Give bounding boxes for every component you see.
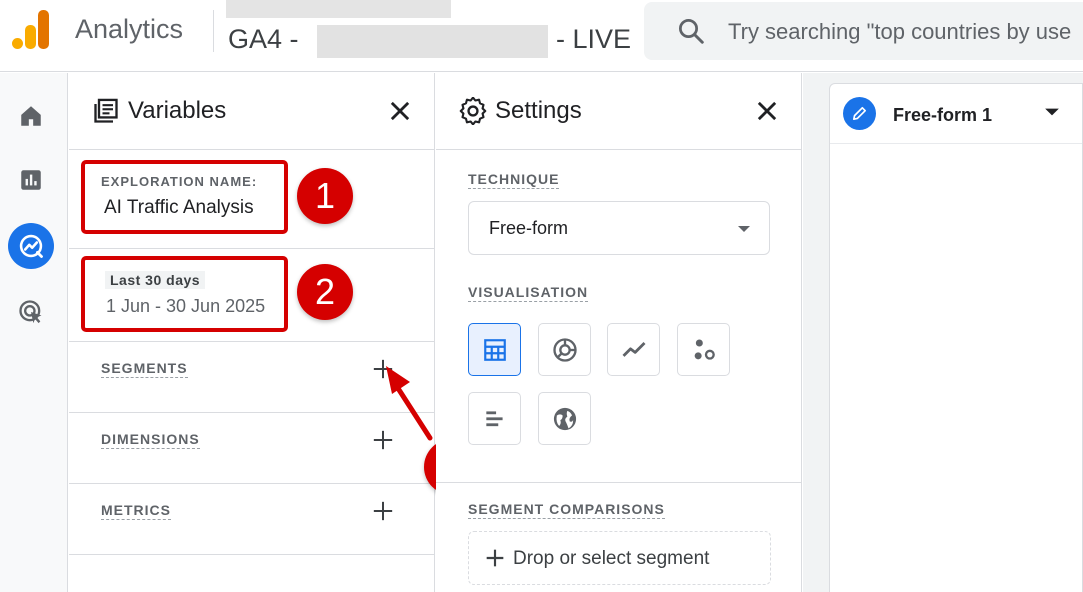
home-icon bbox=[21, 106, 41, 126]
add-metric-icon[interactable] bbox=[372, 500, 394, 522]
top-app-bar: Analytics GA4 - - LIVE Try searching "to… bbox=[0, 0, 1083, 72]
advertising-icon bbox=[19, 300, 42, 324]
viz-geo-button[interactable] bbox=[538, 392, 591, 445]
donut-chart-icon bbox=[552, 337, 577, 362]
search-input[interactable]: Try searching "top countries by use bbox=[728, 19, 1071, 45]
settings-header: Settings bbox=[436, 73, 801, 150]
ga4-explore-screen: Analytics GA4 - - LIVE Try searching "to… bbox=[0, 0, 1083, 592]
dimensions-label: DIMENSIONS bbox=[101, 431, 200, 449]
bar-chart-icon bbox=[485, 410, 503, 426]
redacted-account-name bbox=[226, 0, 451, 18]
visualisation-label: VISUALISATION bbox=[468, 284, 589, 302]
step-badge-1: 1 bbox=[297, 168, 353, 224]
line-chart-icon bbox=[622, 341, 645, 357]
close-icon[interactable] bbox=[386, 97, 414, 125]
tab-name[interactable]: Free-form 1 bbox=[893, 105, 992, 126]
geo-map-icon bbox=[553, 407, 576, 430]
settings-title: Settings bbox=[495, 97, 582, 124]
pencil-icon bbox=[852, 106, 867, 121]
freeform-tab[interactable]: Free-form 1 bbox=[829, 83, 1083, 592]
variables-panel: Variables EXPLORATION NAME: AI Traffic A… bbox=[69, 73, 435, 592]
date-range-text[interactable]: 1 Jun - 30 Jun 2025 bbox=[106, 296, 265, 317]
gear-icon bbox=[459, 97, 487, 125]
viz-line-button[interactable] bbox=[607, 323, 660, 376]
technique-select[interactable]: Free-form bbox=[468, 201, 770, 255]
exploration-name-input[interactable]: AI Traffic Analysis bbox=[104, 197, 254, 219]
search-bar[interactable]: Try searching "top countries by use bbox=[644, 2, 1083, 60]
nav-home[interactable] bbox=[8, 93, 54, 139]
left-nav-rail bbox=[0, 73, 68, 592]
close-icon[interactable] bbox=[753, 97, 781, 125]
settings-divider bbox=[436, 482, 801, 483]
segment-drop-zone[interactable]: Drop or select segment bbox=[468, 531, 771, 585]
plus-icon bbox=[486, 549, 504, 567]
explore-icon bbox=[19, 234, 43, 258]
annotation-box-1: EXPLORATION NAME: AI Traffic Analysis bbox=[81, 160, 288, 234]
viz-table-button[interactable] bbox=[468, 323, 521, 376]
nav-explore[interactable] bbox=[8, 223, 54, 269]
tab-menu-arrow-icon[interactable] bbox=[1044, 106, 1060, 118]
viz-scatter-button[interactable] bbox=[677, 323, 730, 376]
freeform-tab-header: Free-form 1 bbox=[830, 84, 1082, 144]
nav-reports[interactable] bbox=[8, 157, 54, 203]
annotation-box-2: Last 30 days 1 Jun - 30 Jun 2025 bbox=[81, 256, 288, 332]
redacted-property-name[interactable] bbox=[317, 25, 548, 58]
property-name-suffix[interactable]: - LIVE bbox=[556, 24, 631, 55]
property-name-prefix[interactable]: GA4 - bbox=[228, 24, 299, 55]
reports-icon bbox=[21, 170, 41, 190]
search-icon bbox=[679, 19, 704, 44]
annotation-arrow bbox=[386, 366, 433, 441]
settings-panel: Settings TECHNIQUE Free-form VISUALISATI… bbox=[436, 73, 802, 592]
technique-label: TECHNIQUE bbox=[468, 171, 560, 189]
variables-icon bbox=[94, 98, 118, 123]
variables-title: Variables bbox=[128, 97, 227, 124]
date-range-section: Last 30 days 1 Jun - 30 Jun 2025 2 bbox=[69, 249, 434, 342]
viz-donut-button[interactable] bbox=[538, 323, 591, 376]
edit-tab-button[interactable] bbox=[843, 97, 876, 130]
technique-value: Free-form bbox=[489, 218, 569, 238]
table-icon bbox=[483, 338, 506, 361]
nav-advertising[interactable] bbox=[8, 289, 54, 335]
header-divider bbox=[213, 10, 214, 52]
scatter-icon bbox=[694, 339, 715, 360]
analytics-logo[interactable] bbox=[12, 10, 50, 50]
segment-comparisons-label: SEGMENT COMPARISONS bbox=[468, 501, 665, 519]
exploration-name-label: EXPLORATION NAME: bbox=[101, 174, 258, 189]
segments-label: SEGMENTS bbox=[101, 360, 188, 378]
dropdown-arrow-icon bbox=[738, 226, 750, 232]
viz-bar-button[interactable] bbox=[468, 392, 521, 445]
variables-header: Variables bbox=[69, 73, 434, 150]
drop-segment-text: Drop or select segment bbox=[513, 548, 710, 569]
canvas-area: Free-form 1 bbox=[803, 73, 1083, 592]
step-badge-2: 2 bbox=[297, 264, 353, 320]
app-title: Analytics bbox=[75, 14, 184, 44]
date-preset-chip[interactable]: Last 30 days bbox=[105, 271, 206, 289]
metrics-label: METRICS bbox=[101, 502, 171, 520]
exploration-name-section: EXPLORATION NAME: AI Traffic Analysis 1 bbox=[69, 150, 434, 249]
metrics-section: METRICS bbox=[69, 484, 434, 555]
